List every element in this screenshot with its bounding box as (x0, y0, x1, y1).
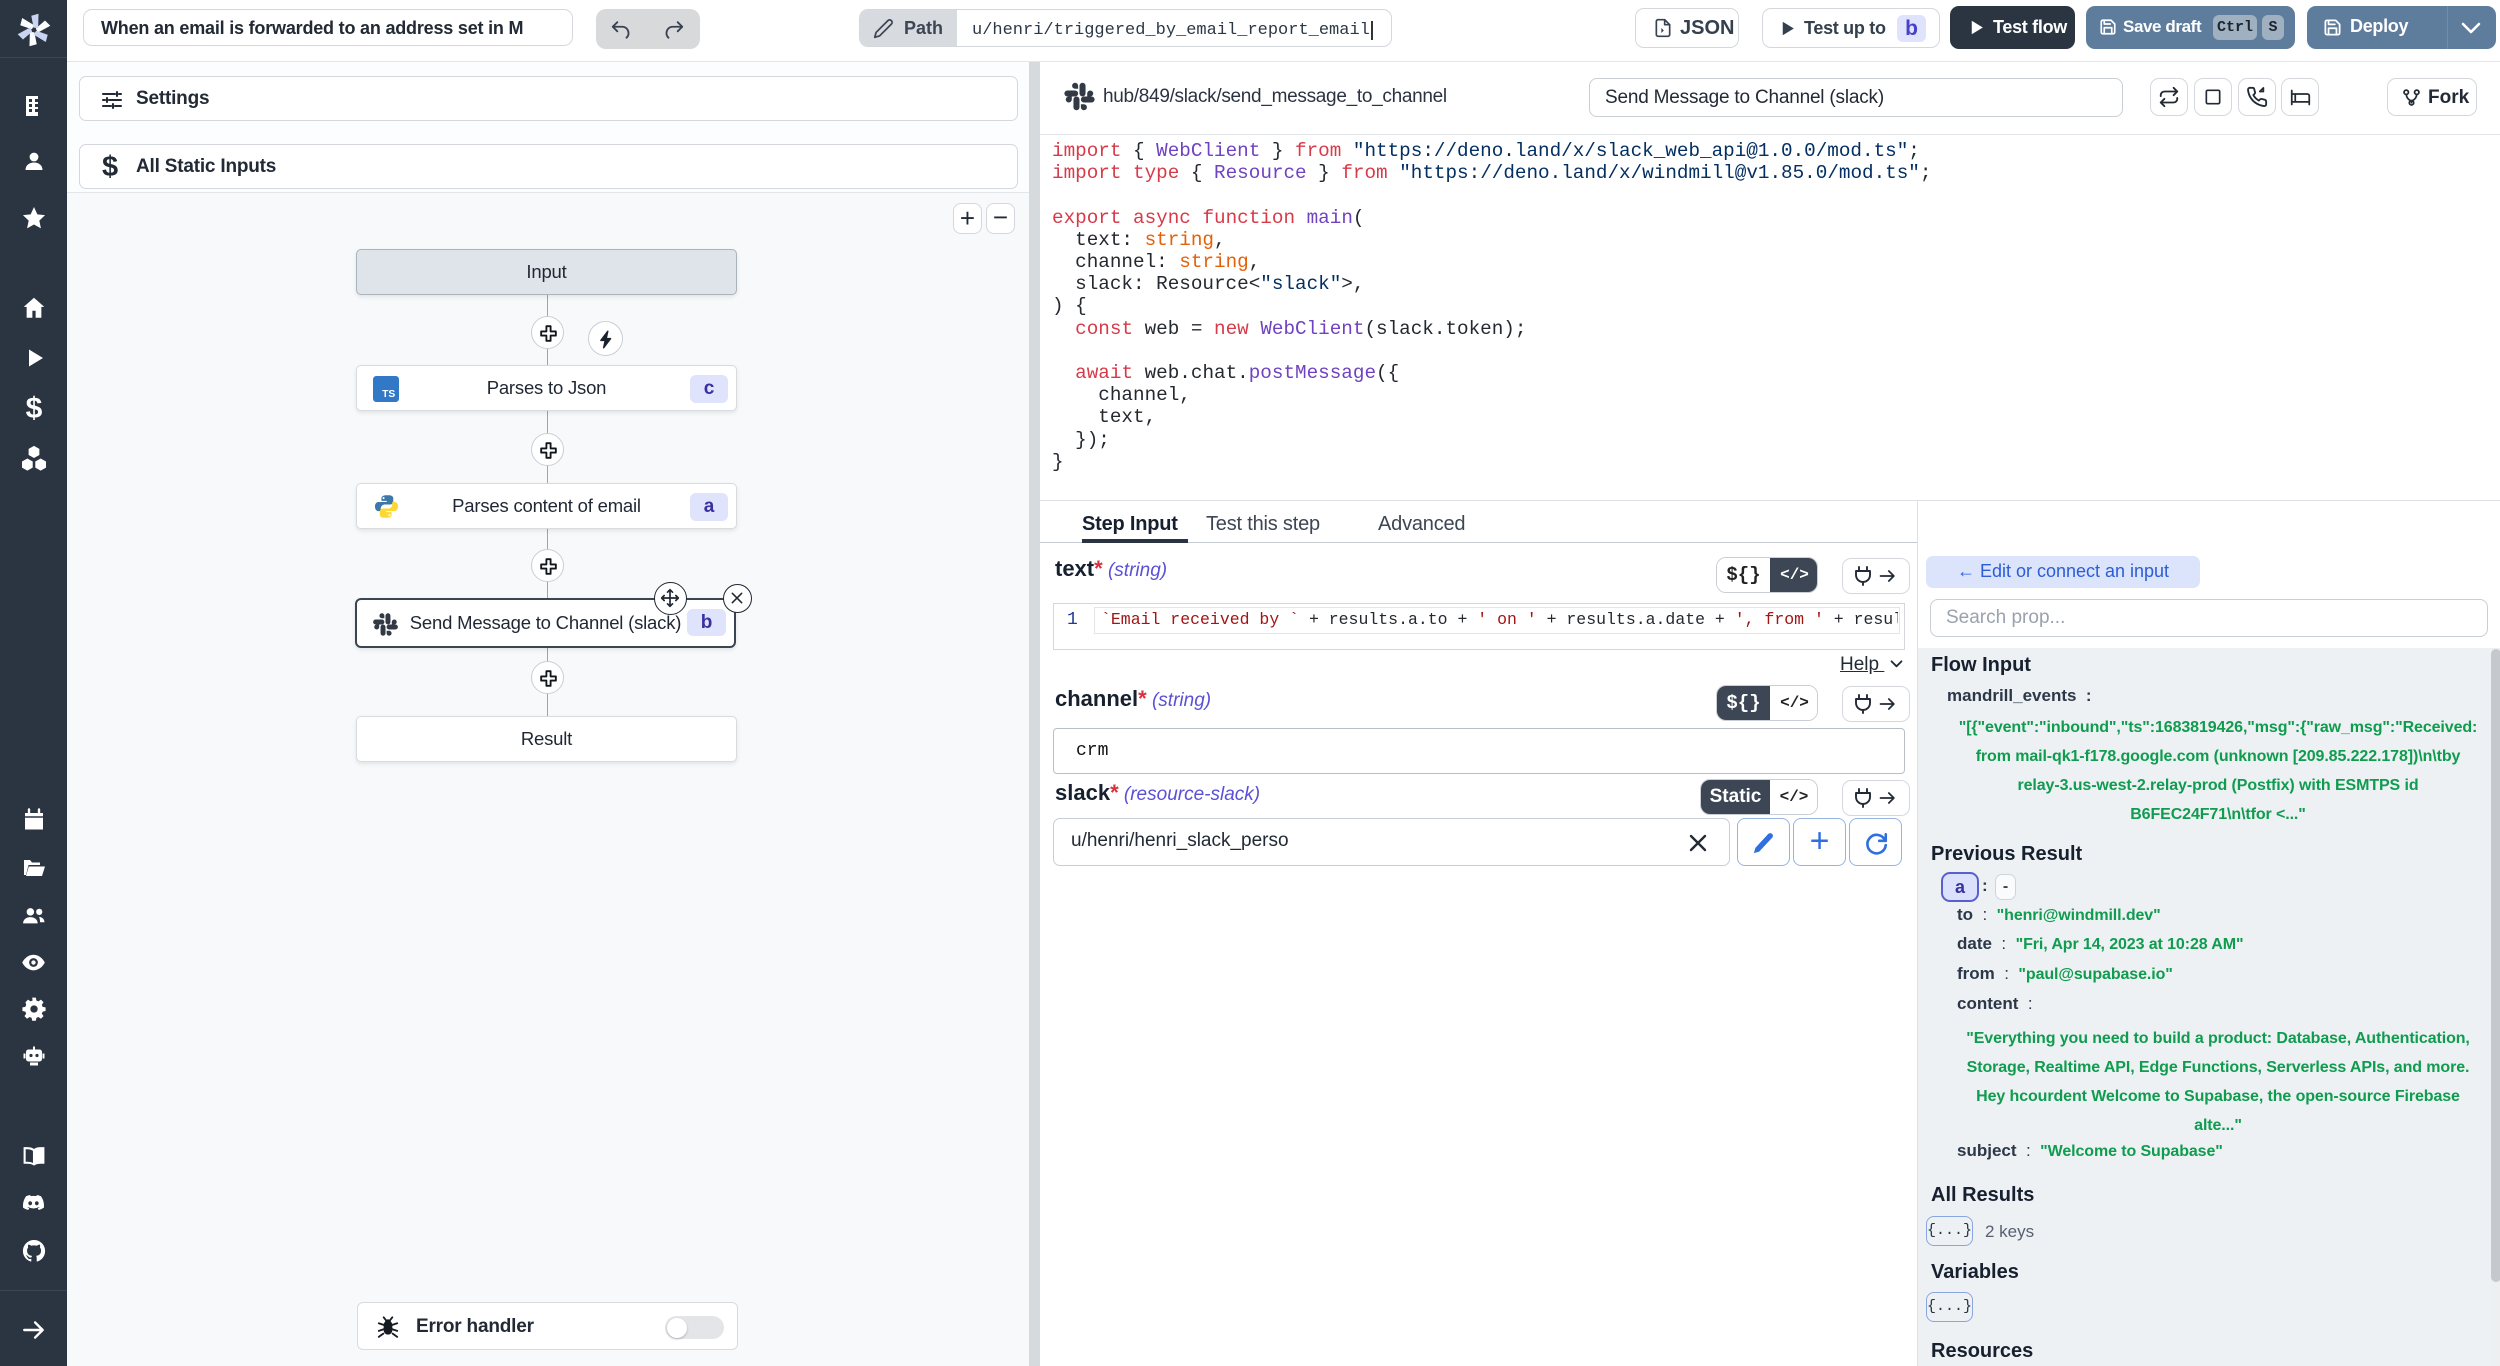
svg-text:TS: TS (382, 389, 395, 400)
